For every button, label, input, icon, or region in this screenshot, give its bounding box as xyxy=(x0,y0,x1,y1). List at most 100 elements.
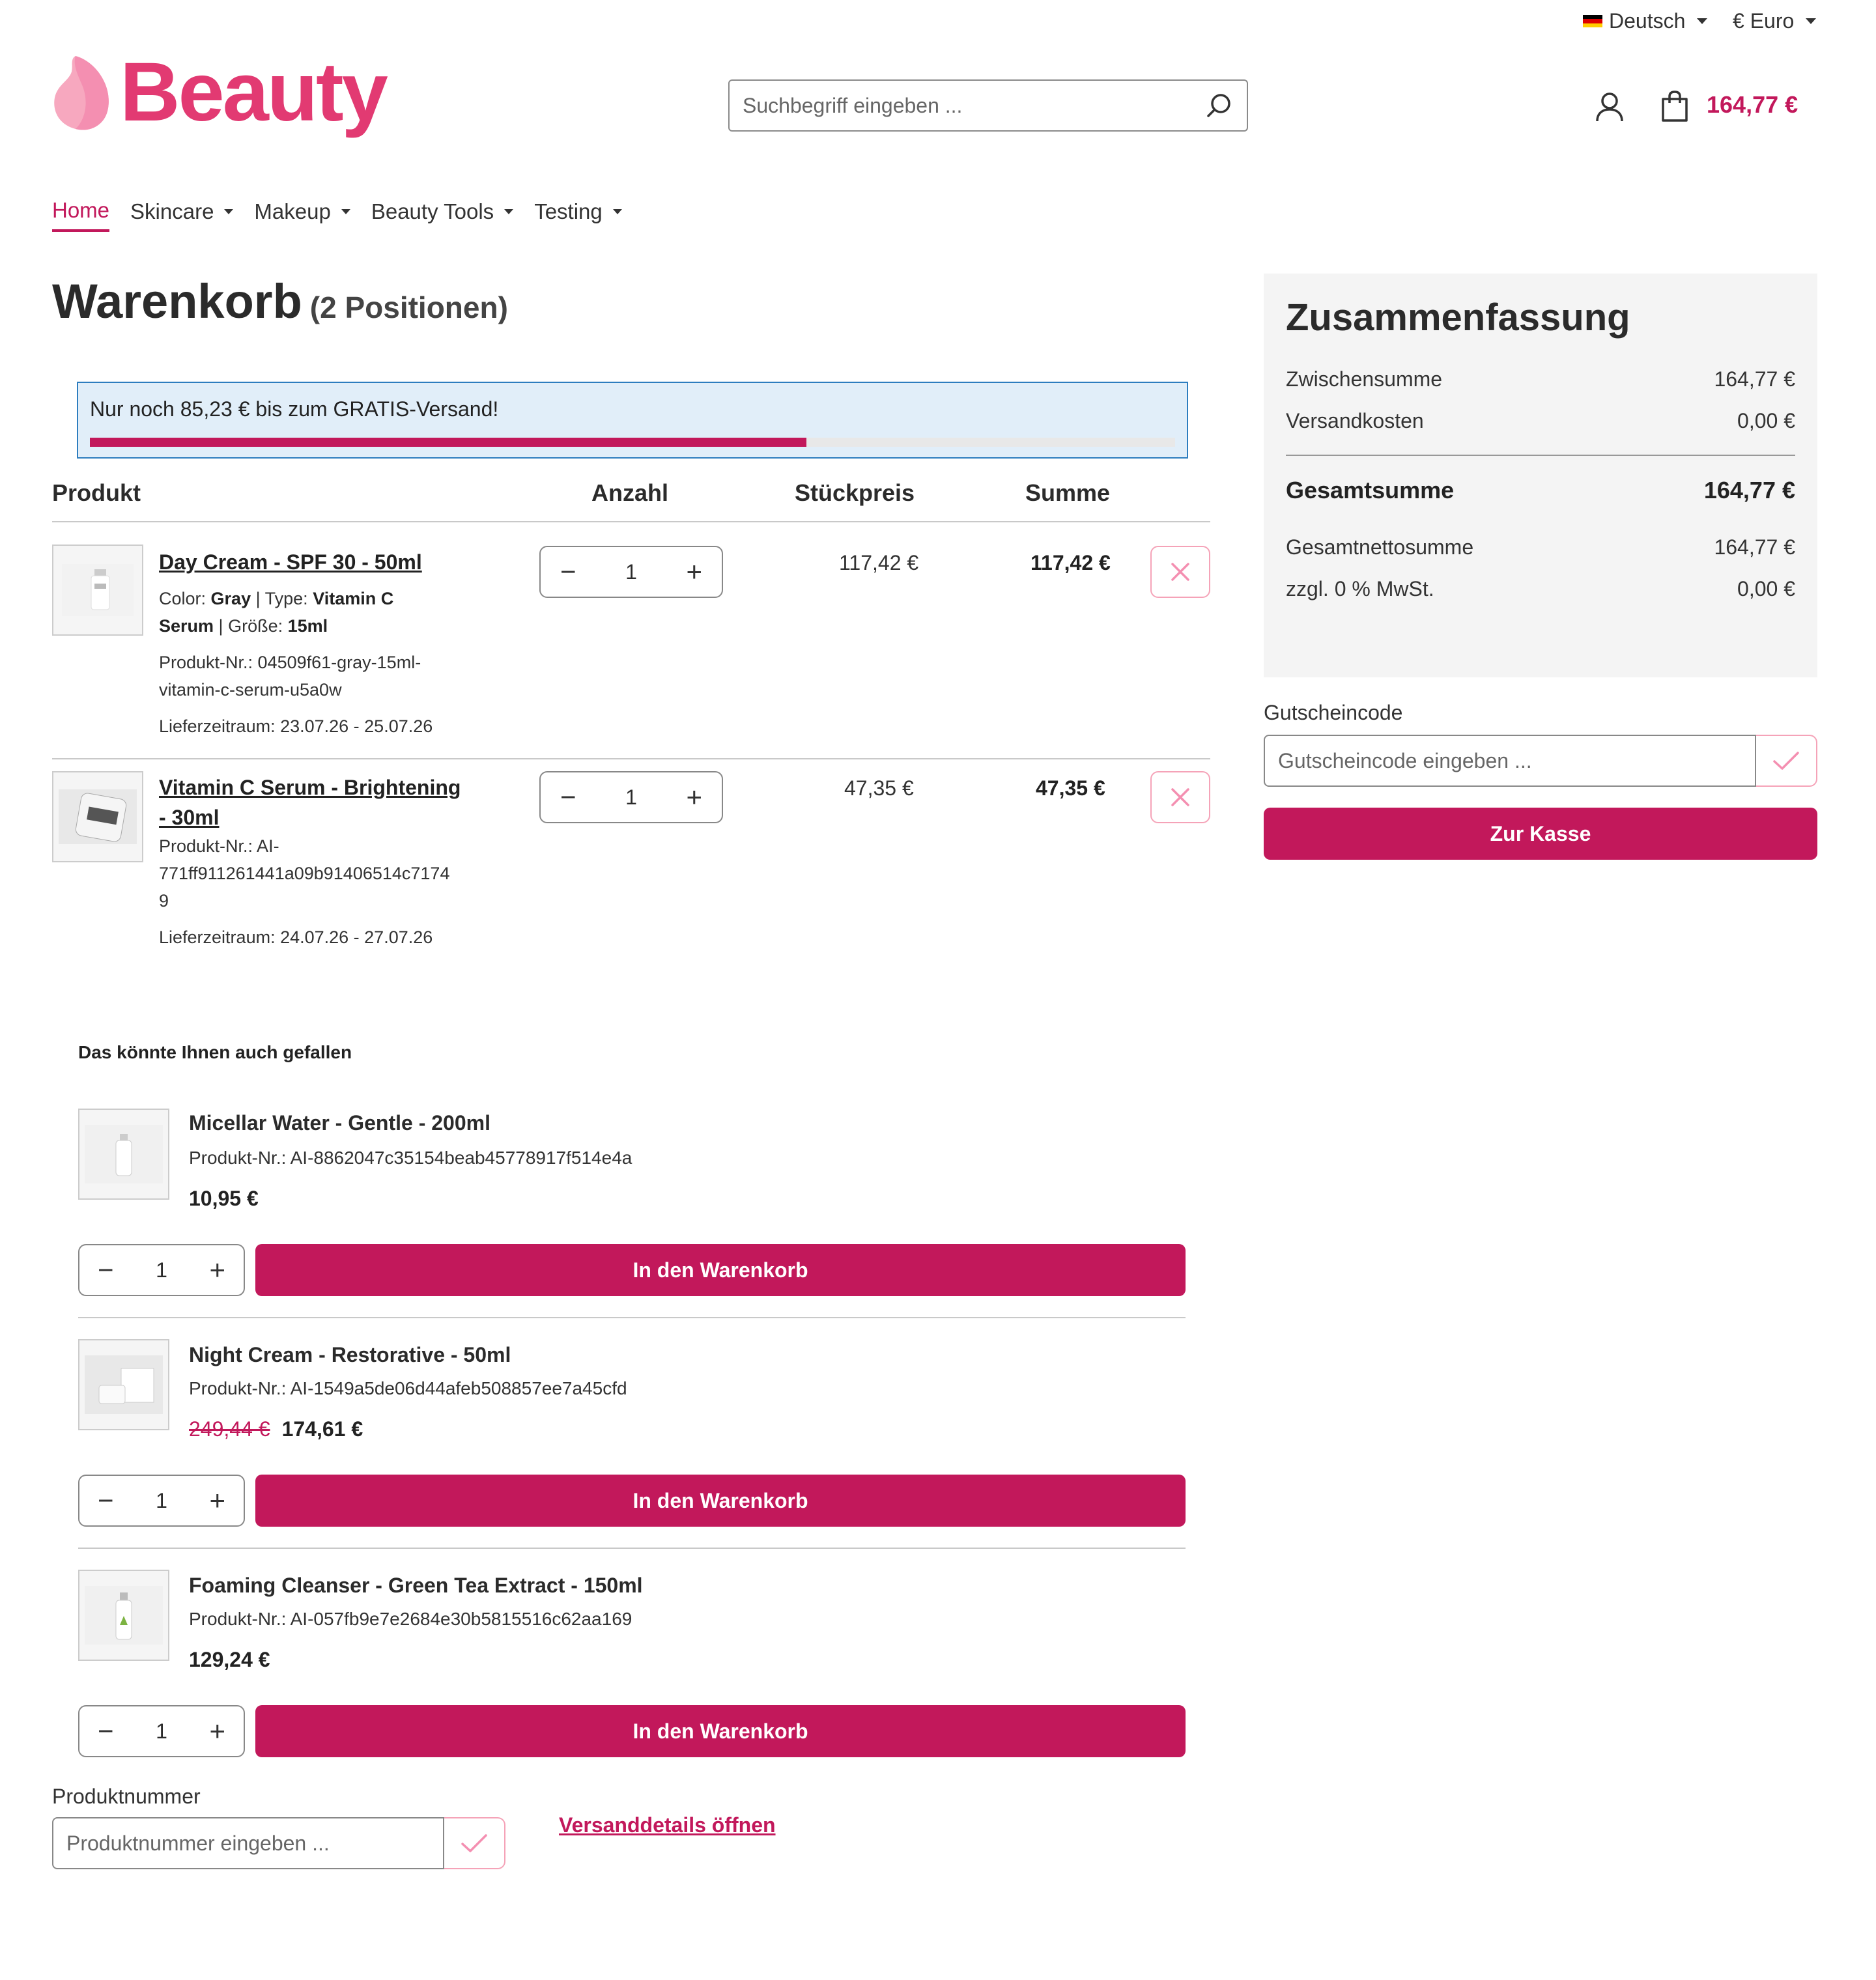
recommendation-sku: Produkt-Nr.: AI-057fb9e7e2684e30b5815516… xyxy=(189,1609,632,1629)
checkout-button[interactable]: Zur Kasse xyxy=(1264,808,1817,860)
order-summary: Zusammenfassung Zwischensumme 164,77 € Ve… xyxy=(1264,274,1817,677)
product-tube-image xyxy=(62,564,134,616)
search-icon[interactable] xyxy=(1205,91,1234,120)
recommendation-name[interactable]: Night Cream - Restorative - 50ml xyxy=(189,1343,511,1367)
free-shipping-progress xyxy=(90,438,1175,447)
minus-icon[interactable]: − xyxy=(560,558,576,586)
remove-item-button[interactable] xyxy=(1150,546,1210,598)
option-value: 15ml xyxy=(287,616,328,636)
option-label: Color: xyxy=(159,589,206,608)
product-image-vitamin-c-serum[interactable] xyxy=(52,771,143,862)
product-number-submit-button[interactable] xyxy=(444,1817,505,1869)
nav-item-testing[interactable]: Testing xyxy=(534,198,622,232)
option-value: Gray xyxy=(210,589,251,608)
sku-line: 9 xyxy=(159,891,169,911)
divider xyxy=(78,1317,1186,1318)
check-icon xyxy=(1773,752,1799,770)
recommendation-name[interactable]: Micellar Water - Gentle - 200ml xyxy=(189,1111,490,1135)
search-input[interactable] xyxy=(743,93,1205,118)
summary-label: Gesamtsumme xyxy=(1286,477,1455,503)
page-title: Warenkorb (2 Positionen) xyxy=(52,274,508,329)
summary-label: Gesamtnettosumme xyxy=(1286,535,1474,559)
product-sku: Produkt-Nr.: 04509f61-gray-15ml- vitamin… xyxy=(159,649,498,703)
voucher-input[interactable] xyxy=(1264,735,1756,787)
summary-row-shipping: Versandkosten 0,00 € xyxy=(1286,409,1795,433)
remove-item-button[interactable] xyxy=(1150,771,1210,823)
product-name-link[interactable]: Vitamin C Serum - Brightening - 30ml xyxy=(159,772,498,832)
logo[interactable]: Beauty xyxy=(50,46,388,139)
currency-selector[interactable]: € Euro xyxy=(1733,9,1817,33)
plus-icon[interactable]: + xyxy=(209,1718,225,1745)
nav-item-makeup[interactable]: Makeup xyxy=(254,198,350,232)
voucher-field xyxy=(1264,735,1817,787)
petal-logo-icon xyxy=(54,56,109,130)
sku-line: Produkt-Nr.: AI- xyxy=(159,836,279,856)
voucher-label: Gutscheincode xyxy=(1264,701,1403,724)
free-shipping-text: Nur noch 85,23 € bis zum GRATIS-Versand! xyxy=(90,397,499,421)
cart-count: (2 Positionen) xyxy=(309,290,508,324)
product-name-link[interactable]: Day Cream - SPF 30 - 50ml xyxy=(159,547,498,577)
recommendation-name[interactable]: Foaming Cleanser - Green Tea Extract - 1… xyxy=(189,1574,643,1598)
plus-icon[interactable]: + xyxy=(209,1256,225,1284)
minus-icon[interactable]: − xyxy=(560,784,576,811)
plus-icon[interactable]: + xyxy=(686,558,702,586)
quantity-value[interactable]: 1 xyxy=(156,1489,167,1513)
search-box xyxy=(728,79,1248,132)
sku-line: 771ff911261441a09b91406514c7174 xyxy=(159,864,450,883)
language-label: Deutsch xyxy=(1609,9,1686,33)
user-icon[interactable] xyxy=(1595,91,1625,122)
quantity-value[interactable]: 1 xyxy=(625,785,637,810)
minus-icon[interactable]: − xyxy=(98,1487,114,1514)
plus-icon[interactable]: + xyxy=(209,1487,225,1514)
nav-item-beauty-tools[interactable]: Beauty Tools xyxy=(371,198,514,232)
summary-row-net: Gesamtnettosumme 164,77 € xyxy=(1286,535,1795,559)
quantity-value[interactable]: 1 xyxy=(156,1719,167,1744)
add-to-cart-button[interactable]: In den Warenkorb xyxy=(255,1705,1186,1757)
recommendation-price: 10,95 € xyxy=(189,1187,259,1210)
summary-label: Versandkosten xyxy=(1286,409,1424,432)
free-shipping-progress-fill xyxy=(90,438,806,447)
quantity-value[interactable]: 1 xyxy=(156,1258,167,1282)
unit-price: 117,42 € xyxy=(839,551,919,574)
product-number-field xyxy=(52,1817,505,1869)
recommendation-sku: Produkt-Nr.: AI-8862047c35154beab4577891… xyxy=(189,1148,632,1168)
cart-bag-icon[interactable] xyxy=(1660,90,1690,122)
product-number-input[interactable] xyxy=(52,1817,444,1869)
quantity-value[interactable]: 1 xyxy=(625,560,637,584)
product-bottle-image xyxy=(59,789,137,844)
summary-value: 0,00 € xyxy=(1737,409,1795,432)
summary-row-tax: zzgl. 0 % MwSt. 0,00 € xyxy=(1286,577,1795,601)
chevron-down-icon xyxy=(1697,18,1708,24)
recommendation-image[interactable] xyxy=(78,1570,169,1661)
product-image-day-cream[interactable] xyxy=(52,544,143,636)
product-bottle-image xyxy=(85,1125,163,1183)
delivery-time: Lieferzeitraum: 24.07.26 - 27.07.26 xyxy=(159,927,433,947)
nav-item-home[interactable]: Home xyxy=(52,198,110,232)
shipping-details-link[interactable]: Versanddetails öffnen xyxy=(559,1813,776,1837)
add-to-cart-button[interactable]: In den Warenkorb xyxy=(255,1244,1186,1296)
cart-item-details: Day Cream - SPF 30 - 50ml Color: Gray | … xyxy=(159,547,498,740)
divider xyxy=(52,521,1210,522)
minus-icon[interactable]: − xyxy=(98,1256,114,1284)
summary-title: Zusammenfassung xyxy=(1286,296,1630,339)
voucher-submit-button[interactable] xyxy=(1756,735,1817,787)
summary-divider xyxy=(1286,455,1795,456)
language-selector[interactable]: Deutsch xyxy=(1583,9,1708,33)
summary-value: 164,77 € xyxy=(1714,367,1795,391)
plus-icon[interactable]: + xyxy=(686,784,702,811)
chevron-down-icon xyxy=(1806,18,1817,24)
add-to-cart-button[interactable]: In den Warenkorb xyxy=(255,1475,1186,1527)
header-cart-total[interactable]: 164,77 € xyxy=(1707,91,1798,119)
recommendations-title: Das könnte Ihnen auch gefallen xyxy=(78,1042,352,1062)
summary-value: 164,77 € xyxy=(1703,477,1795,503)
minus-icon[interactable]: − xyxy=(98,1718,114,1745)
product-sku: Produkt-Nr.: AI- 771ff911261441a09b91406… xyxy=(159,832,498,914)
recommendation-image[interactable] xyxy=(78,1339,169,1430)
sku-line: Produkt-Nr.: 04509f61-gray-15ml- xyxy=(159,653,421,672)
recommendation-image[interactable] xyxy=(78,1109,169,1200)
product-name-line: Vitamin C Serum - Brightening xyxy=(159,776,461,799)
summary-label: zzgl. 0 % MwSt. xyxy=(1286,577,1434,601)
check-icon xyxy=(461,1834,487,1852)
nav-item-skincare[interactable]: Skincare xyxy=(130,198,234,232)
brand-name: Beauty xyxy=(120,46,388,139)
